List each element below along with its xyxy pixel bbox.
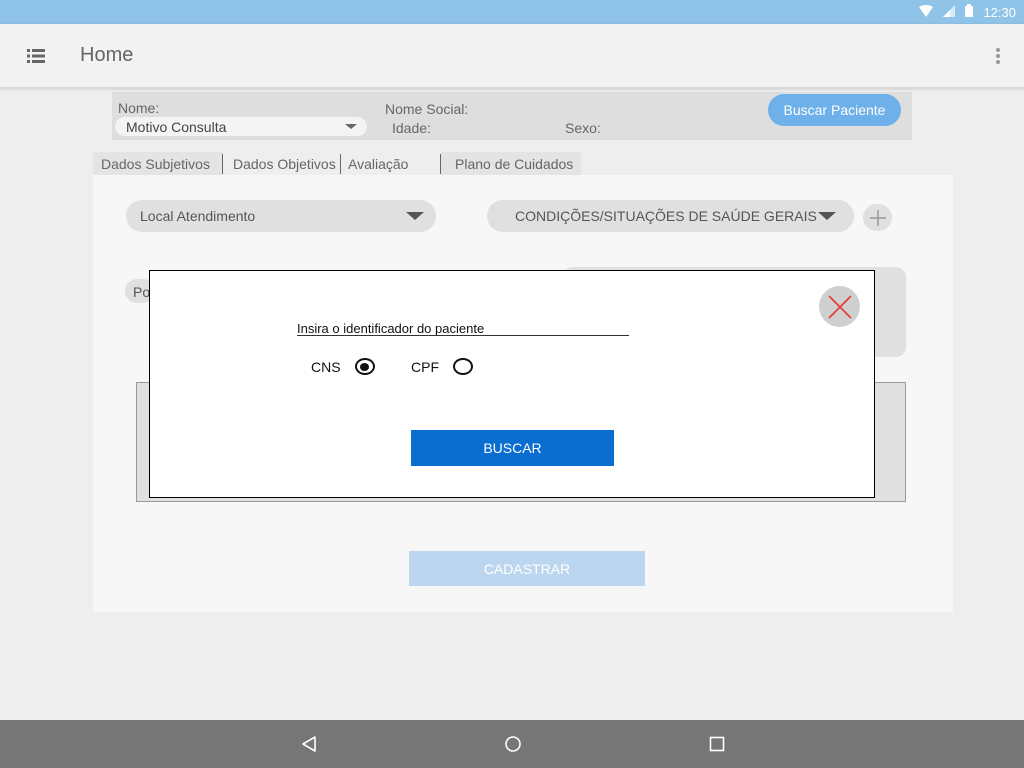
more-vert-icon[interactable] xyxy=(988,44,1008,68)
nome-social-label: Nome Social: xyxy=(385,101,469,117)
tab-label: Dados Subjetivos xyxy=(101,156,210,172)
radio-cns[interactable] xyxy=(354,358,375,375)
cadastrar-button[interactable]: CADASTRAR xyxy=(409,551,645,586)
wifi-icon xyxy=(919,4,934,20)
modal-prompt: Insira o identificador do paciente xyxy=(297,321,485,336)
tab-dados-subjetivos[interactable]: Dados Subjetivos xyxy=(93,152,223,175)
radio-cns-label: CNS xyxy=(311,358,341,375)
condicoes-saude-value: CONDIÇÕES/SITUAÇÕES DE SAÚDE GERAIS xyxy=(515,208,817,224)
tab-plano-de-cuidados[interactable]: Plano de Cuidados xyxy=(441,152,581,175)
back-icon[interactable] xyxy=(297,732,321,756)
recents-icon[interactable] xyxy=(705,732,729,756)
tab-avaliacao[interactable]: Avaliação xyxy=(341,152,441,175)
app-bar: Home xyxy=(0,24,1024,88)
battery-icon xyxy=(965,4,974,20)
motivo-consulta-value: Motivo Consulta xyxy=(126,118,227,135)
sexo-label: Sexo: xyxy=(565,120,601,136)
radio-cpf[interactable] xyxy=(453,358,473,375)
status-bar: 12:30 xyxy=(0,0,1024,24)
add-icon[interactable] xyxy=(863,204,892,231)
system-nav-bar xyxy=(0,720,1024,768)
local-atendimento-value: Local Atendimento xyxy=(140,208,256,224)
idade-label: Idade: xyxy=(392,120,431,136)
radio-selected-dot xyxy=(360,362,370,371)
chevron-down-icon xyxy=(406,212,424,220)
patient-info-bar: Nome: Nome Social: Idade: Sexo: Motivo C… xyxy=(112,92,912,140)
input-underline[interactable] xyxy=(297,335,629,336)
patient-id-modal: Insira o identificador do paciente CNS C… xyxy=(149,270,875,498)
condicoes-saude-dropdown[interactable]: CONDIÇÕES/SITUAÇÕES DE SAÚDE GERAIS xyxy=(487,200,854,232)
home-icon[interactable] xyxy=(501,732,525,756)
signal-icon xyxy=(943,4,956,20)
radio-cns-group: CNS xyxy=(311,358,375,375)
radio-cpf-label: CPF xyxy=(411,358,439,375)
nome-label: Nome: xyxy=(118,100,160,116)
tab-label: Dados Objetivos xyxy=(233,156,336,172)
chevron-down-icon xyxy=(818,212,836,220)
buscar-paciente-button[interactable]: Buscar Paciente xyxy=(768,94,901,126)
tab-dados-objetivos[interactable]: Dados Objetivos xyxy=(223,152,341,175)
close-x-icon[interactable] xyxy=(819,286,860,327)
local-atendimento-dropdown[interactable]: Local Atendimento xyxy=(126,200,436,232)
chevron-down-icon xyxy=(345,124,357,129)
page-title: Home xyxy=(80,44,134,66)
status-time: 12:30 xyxy=(983,4,1016,20)
motivo-consulta-select[interactable]: Motivo Consulta xyxy=(115,117,367,136)
radio-cpf-group: CPF xyxy=(411,358,473,375)
list-menu-icon[interactable] xyxy=(20,44,52,68)
tab-label: Plano de Cuidados xyxy=(455,156,574,172)
buscar-button[interactable]: BUSCAR xyxy=(411,430,614,466)
tab-label: Avaliação xyxy=(348,156,409,172)
tab-bar: Dados Subjetivos Dados Objetivos Avaliaç… xyxy=(93,152,581,175)
